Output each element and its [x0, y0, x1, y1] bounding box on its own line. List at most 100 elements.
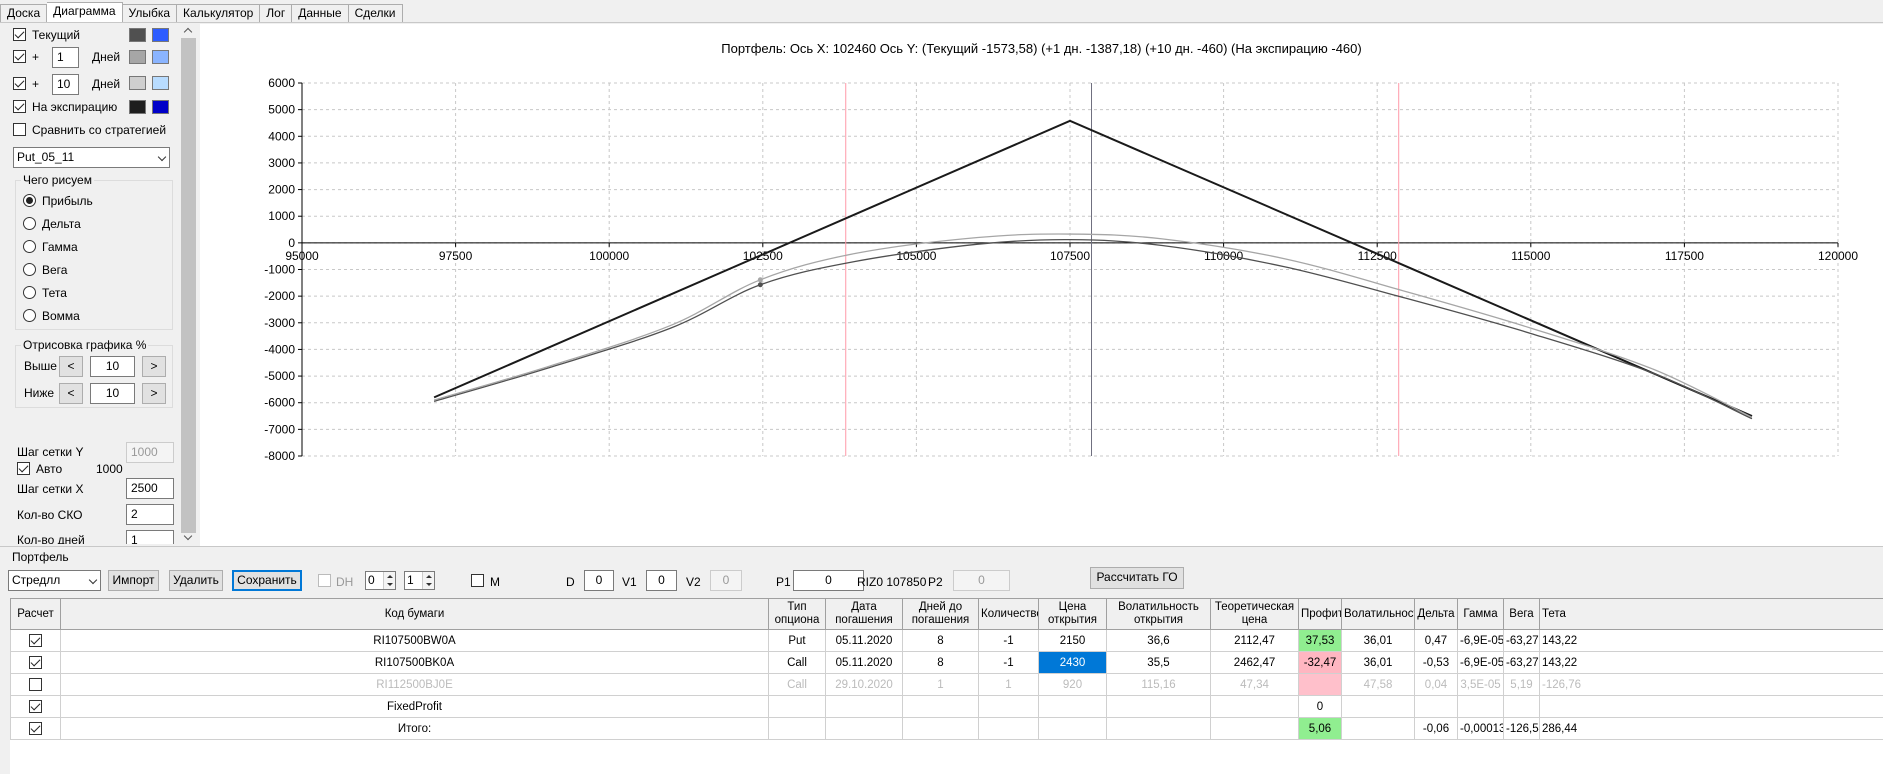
grid-y-input[interactable]: 1000 — [126, 442, 174, 463]
table-cell[interactable]: RI112500BJ0E — [60, 673, 769, 696]
col-header[interactable]: Код бумаги — [60, 598, 769, 630]
d-input[interactable]: 0 — [584, 570, 614, 591]
table-row[interactable]: FixedProfit 0 — [10, 695, 1883, 718]
table-cell[interactable] — [1539, 695, 1883, 718]
v1-input[interactable]: 0 — [646, 570, 677, 591]
table-cell[interactable]: 05.11.2020 — [825, 629, 903, 652]
days-input[interactable]: 1 — [126, 530, 174, 544]
dh-checkbox[interactable] — [318, 574, 331, 587]
import-button[interactable]: Импорт — [108, 570, 159, 591]
plus2-color2-swatch[interactable] — [152, 76, 169, 90]
table-cell[interactable]: 47,34 — [1210, 673, 1299, 696]
table-cell[interactable]: Call — [768, 673, 826, 696]
compare-checkbox[interactable] — [13, 123, 26, 136]
delete-button[interactable]: Удалить — [169, 570, 223, 591]
tab-sdelki[interactable]: Сделки — [348, 4, 403, 23]
table-cell[interactable]: 35,5 — [1106, 651, 1211, 674]
table-cell[interactable]: 36,6 — [1106, 629, 1211, 652]
below-input[interactable]: 10 — [90, 383, 135, 404]
radio-vomma[interactable] — [23, 309, 36, 322]
table-cell[interactable]: Итого: — [60, 717, 769, 740]
col-header[interactable]: Теоретическая цена — [1210, 598, 1299, 630]
tab-doska[interactable]: Доска — [0, 4, 48, 23]
table-cell[interactable]: 5,19 — [1503, 673, 1540, 696]
table-cell[interactable]: -1 — [978, 651, 1039, 674]
table-row[interactable]: Итого: 5,06 -0,06-0,000138-126,54286,44 — [10, 717, 1883, 740]
row-calc-checkbox[interactable] — [29, 700, 42, 713]
table-cell[interactable]: 36,01 — [1341, 651, 1415, 674]
table-cell[interactable]: 05.11.2020 — [825, 651, 903, 674]
plus2-days-input[interactable]: 10 — [52, 74, 79, 95]
radio-gamma[interactable] — [23, 240, 36, 253]
table-cell[interactable]: 2112,47 — [1210, 629, 1299, 652]
table-cell[interactable] — [768, 695, 826, 718]
table-cell[interactable]: -6,9E-05 — [1457, 629, 1504, 652]
radio-delta[interactable] — [23, 217, 36, 230]
table-cell[interactable] — [902, 717, 979, 740]
calculate-go-button[interactable]: Рассчитать ГО — [1090, 567, 1184, 589]
spin1-updown-icon[interactable] — [383, 572, 395, 589]
below-increase-button[interactable]: > — [142, 383, 166, 404]
scroll-up-icon[interactable] — [183, 27, 193, 37]
tab-kalkulyator[interactable]: Калькулятор — [177, 4, 261, 23]
tab-log[interactable]: Лог — [260, 4, 293, 23]
expiry-color-swatch[interactable] — [129, 100, 146, 114]
col-header[interactable]: Гамма — [1457, 598, 1504, 630]
tab-diagramma[interactable]: Диаграмма — [47, 2, 123, 23]
table-cell[interactable]: 2430 — [1038, 651, 1107, 674]
table-cell[interactable]: 0,47 — [1414, 629, 1458, 652]
table-cell[interactable]: Put — [768, 629, 826, 652]
table-cell[interactable]: 1 — [902, 673, 979, 696]
save-button[interactable]: Сохранить — [232, 570, 302, 591]
table-cell[interactable]: -126,76 — [1539, 673, 1883, 696]
table-cell[interactable] — [1341, 717, 1415, 740]
radio-profit[interactable] — [23, 194, 36, 207]
table-cell[interactable]: -0,06 — [1414, 717, 1458, 740]
table-cell[interactable]: -1 — [978, 629, 1039, 652]
plus1-color2-swatch[interactable] — [152, 50, 169, 64]
strategy-select[interactable]: Put_05_11 — [13, 147, 170, 168]
table-cell[interactable] — [978, 695, 1039, 718]
col-header[interactable]: Дней до погашения — [902, 598, 979, 630]
table-cell[interactable]: 0,04 — [1414, 673, 1458, 696]
table-cell[interactable] — [978, 717, 1039, 740]
row-calc-checkbox[interactable] — [29, 656, 42, 669]
v2-input[interactable]: 0 — [710, 570, 742, 591]
table-cell[interactable]: -126,54 — [1503, 717, 1540, 740]
table-cell[interactable]: -63,27 — [1503, 629, 1540, 652]
table-cell[interactable] — [1457, 695, 1504, 718]
table-cell[interactable]: 115,16 — [1106, 673, 1211, 696]
table-cell[interactable]: 143,22 — [1539, 629, 1883, 652]
plus2-checkbox[interactable] — [13, 77, 26, 90]
left-panel-scrollbar[interactable] — [180, 24, 197, 544]
radio-vega[interactable] — [23, 263, 36, 276]
table-cell[interactable] — [902, 695, 979, 718]
row-calc-cell[interactable] — [10, 629, 61, 652]
row-calc-cell[interactable] — [10, 673, 61, 696]
table-cell[interactable]: 29.10.2020 — [825, 673, 903, 696]
table-cell[interactable]: -32,47 — [1298, 651, 1342, 674]
spin2-updown-icon[interactable] — [422, 572, 434, 589]
table-cell[interactable]: 2462,47 — [1210, 651, 1299, 674]
radio-theta[interactable] — [23, 286, 36, 299]
table-cell[interactable]: 8 — [902, 629, 979, 652]
table-cell[interactable]: 920 — [1038, 673, 1107, 696]
table-cell[interactable]: 37,53 — [1298, 629, 1342, 652]
table-cell[interactable] — [1038, 695, 1107, 718]
table-cell[interactable] — [1414, 695, 1458, 718]
table-cell[interactable]: RI107500BK0A — [60, 651, 769, 674]
p2-input[interactable]: 0 — [953, 570, 1010, 591]
table-cell[interactable]: -0,53 — [1414, 651, 1458, 674]
above-decrease-button[interactable]: < — [59, 356, 83, 377]
table-cell[interactable] — [1210, 717, 1299, 740]
col-header[interactable]: Вега — [1503, 598, 1540, 630]
table-cell[interactable]: 47,58 — [1341, 673, 1415, 696]
table-cell[interactable] — [825, 717, 903, 740]
col-header[interactable]: Цена открытия — [1038, 598, 1107, 630]
row-calc-cell[interactable] — [10, 717, 61, 740]
table-cell[interactable] — [1038, 717, 1107, 740]
scrollbar-thumb[interactable] — [181, 38, 196, 533]
table-cell[interactable]: 36,01 — [1341, 629, 1415, 652]
above-increase-button[interactable]: > — [142, 356, 166, 377]
current-checkbox[interactable] — [13, 28, 26, 41]
